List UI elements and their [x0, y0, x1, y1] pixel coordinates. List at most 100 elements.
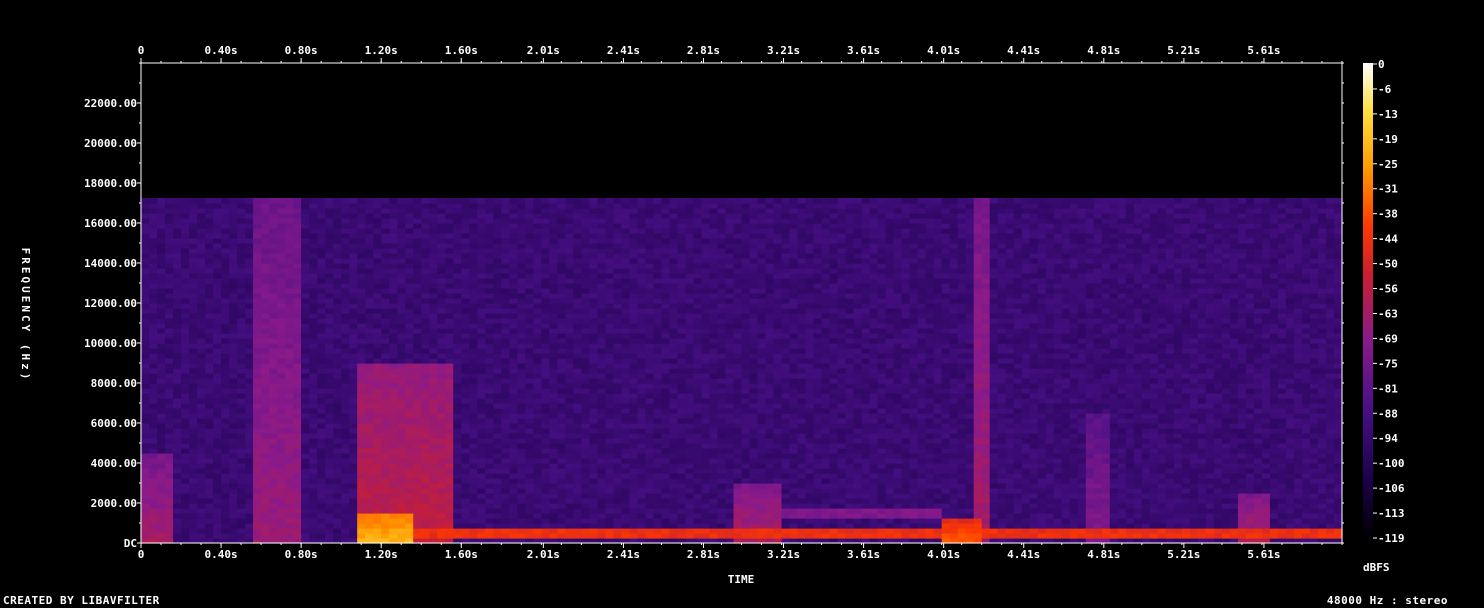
heatmap-cell — [157, 483, 166, 489]
heatmap-cell — [365, 458, 374, 464]
heatmap-cell — [693, 398, 703, 404]
heatmap-cell — [293, 353, 302, 359]
heatmap-cell — [197, 198, 206, 204]
heatmap-cell — [157, 508, 166, 514]
heatmap-cell — [149, 293, 158, 299]
heatmap-cell — [373, 448, 382, 454]
heatmap-cell — [341, 503, 350, 509]
heatmap-cell — [709, 478, 719, 484]
heatmap-cell — [237, 398, 246, 404]
heatmap-cell — [389, 318, 398, 324]
heatmap-cell — [541, 338, 550, 344]
heatmap-cell — [237, 253, 246, 259]
heatmap-cell — [269, 338, 278, 344]
heatmap-cell — [621, 328, 631, 334]
heatmap-cell — [645, 453, 655, 459]
heatmap-cell — [525, 283, 534, 289]
heatmap-cell — [221, 373, 230, 379]
heatmap-cell — [365, 263, 374, 269]
heatmap-cell — [221, 463, 230, 469]
heatmap-cell — [645, 513, 655, 519]
heatmap-cell — [309, 403, 318, 409]
heatmap-cell — [661, 488, 671, 494]
heatmap-cell — [349, 508, 358, 514]
heatmap-cell — [141, 263, 150, 269]
heatmap-cell — [325, 323, 334, 329]
heatmap-cell — [397, 393, 406, 399]
heatmap-cell — [501, 453, 510, 459]
heatmap-cell — [549, 413, 558, 419]
heatmap-cell — [517, 398, 526, 404]
heatmap-cell — [261, 338, 270, 344]
heatmap-cell — [469, 208, 478, 214]
heatmap-cell — [437, 393, 446, 399]
heatmap-cell — [637, 388, 647, 394]
heatmap-cell — [221, 228, 230, 234]
heatmap-cell — [477, 498, 486, 504]
heatmap-cell — [533, 313, 542, 319]
heatmap-cell — [437, 518, 446, 524]
heatmap-cell — [381, 293, 390, 299]
heatmap-cell — [157, 503, 166, 509]
heatmap-cell — [565, 243, 574, 249]
heatmap-cell — [613, 433, 622, 439]
heatmap-cell — [237, 433, 246, 439]
heatmap-cell — [677, 253, 687, 259]
heatmap-cell — [549, 218, 558, 224]
heatmap-cell — [469, 463, 478, 469]
heatmap-cell — [157, 523, 166, 529]
heatmap-cell — [421, 488, 430, 494]
heatmap-cell — [597, 343, 606, 349]
heatmap-cell — [413, 283, 422, 289]
heatmap-cell — [581, 513, 590, 519]
heatmap-cell — [501, 433, 510, 439]
heatmap-cell — [373, 378, 382, 384]
heatmap-cell — [445, 198, 454, 204]
heatmap-cell — [165, 378, 174, 384]
heatmap-cell — [189, 248, 198, 254]
heatmap-cell — [445, 328, 454, 334]
heatmap-cell — [477, 238, 486, 244]
heatmap-cell — [653, 253, 663, 259]
heatmap-cell — [613, 223, 622, 229]
heatmap-cell — [573, 223, 582, 229]
heatmap-cell — [165, 478, 174, 484]
heatmap-cell — [709, 388, 719, 394]
heatmap-cell — [181, 408, 190, 414]
heatmap-cell — [653, 448, 663, 454]
heatmap-cell — [357, 388, 366, 394]
heatmap-cell — [461, 243, 470, 249]
heatmap-cell — [373, 343, 382, 349]
heatmap-cell — [589, 293, 598, 299]
heatmap-cell — [589, 418, 598, 424]
heatmap-cell — [325, 223, 334, 229]
heatmap-cell — [517, 463, 526, 469]
heatmap-cell — [453, 328, 462, 334]
heatmap-cell — [413, 418, 422, 424]
heatmap-cell — [365, 338, 374, 344]
heatmap-cell — [597, 463, 606, 469]
heatmap-cell — [621, 388, 631, 394]
heatmap-cell — [365, 418, 374, 424]
heatmap-cell — [637, 338, 647, 344]
heatmap-cell — [197, 453, 206, 459]
heatmap-cell — [309, 508, 318, 514]
heatmap-cell — [181, 298, 190, 304]
heatmap-cell — [701, 408, 711, 414]
heatmap-cell — [197, 488, 206, 494]
heatmap-cell — [277, 298, 286, 304]
heatmap-cell — [205, 388, 214, 394]
heatmap-cell — [301, 343, 310, 349]
heatmap-cell — [557, 278, 566, 284]
heatmap-cell — [269, 393, 278, 399]
heatmap-cell — [445, 343, 454, 349]
heatmap-cell — [469, 438, 478, 444]
heatmap-cell — [613, 458, 622, 464]
heatmap-cell — [357, 358, 366, 364]
heatmap-cell — [277, 438, 286, 444]
heatmap-cell — [349, 218, 358, 224]
heatmap-cell — [285, 253, 294, 259]
heatmap-cell — [285, 333, 294, 339]
heatmap-cell — [261, 528, 270, 534]
heatmap-cell — [285, 368, 294, 374]
